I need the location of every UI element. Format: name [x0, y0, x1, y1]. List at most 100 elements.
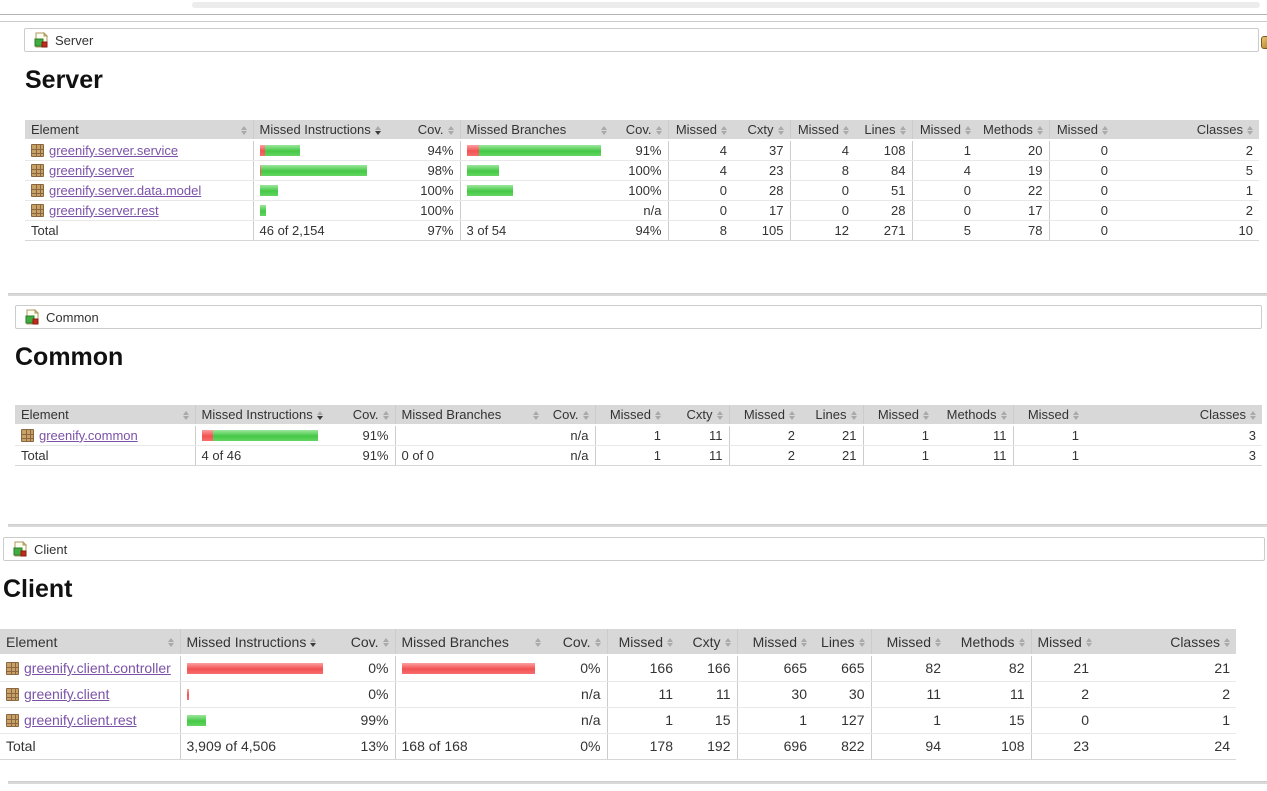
col-header-cov[interactable]: Cov. — [613, 120, 668, 140]
table-row: greenify.client 0% n/a 11 11 30 30 11 11… — [0, 681, 1236, 707]
package-link[interactable]: greenify.client — [24, 686, 109, 702]
cell: 0 — [668, 200, 733, 220]
session-icon[interactable] — [1261, 36, 1267, 49]
col-header-missed[interactable]: Missed — [729, 405, 801, 425]
sort-icon — [789, 411, 795, 420]
cell: 1 — [912, 140, 977, 160]
col-header-missed[interactable]: Missed — [1031, 629, 1095, 655]
col-header-missed-branches[interactable]: Missed Branches — [395, 629, 547, 655]
missed-branches-bar — [395, 707, 547, 733]
col-header-classes[interactable]: Classes — [1085, 405, 1262, 425]
col-header-missed[interactable]: Missed — [737, 629, 813, 655]
cell: 3 — [1085, 445, 1262, 465]
col-header-missed[interactable]: Missed — [595, 405, 667, 425]
sort-icon — [843, 126, 849, 135]
total-row: Total 4 of 46 91% 0 of 0 n/a 1 11 2 21 1… — [15, 445, 1262, 465]
col-header-cxty[interactable]: Cxty — [667, 405, 729, 425]
sort-icon — [1019, 638, 1025, 647]
sort-desc-icon — [310, 638, 316, 647]
col-header-missed[interactable]: Missed — [668, 120, 733, 140]
coverage-cell: 0% — [547, 655, 607, 681]
package-icon — [31, 144, 44, 157]
cell: 166 — [607, 655, 679, 681]
package-link[interactable]: greenify.common — [39, 428, 138, 443]
col-header-missed[interactable]: Missed — [871, 629, 947, 655]
breadcrumb[interactable]: Common — [15, 305, 1262, 329]
col-header-cov[interactable]: Cov. — [547, 629, 607, 655]
col-header-cov[interactable]: Cov. — [405, 120, 460, 140]
sort-desc-icon — [317, 411, 323, 420]
breadcrumb[interactable]: Server — [24, 28, 1259, 52]
bundle-icon — [33, 32, 49, 48]
package-icon — [31, 204, 44, 217]
cell: 11 — [947, 681, 1031, 707]
section-divider — [8, 524, 1267, 527]
bundle-icon — [12, 541, 28, 557]
package-icon — [21, 429, 34, 442]
col-header-element[interactable]: Element — [15, 405, 195, 425]
package-link[interactable]: greenify.server.rest — [49, 203, 159, 218]
col-header-missed-instructions[interactable]: Missed Instructions — [180, 629, 335, 655]
total-coverage: 13% — [335, 733, 395, 759]
col-header-cxty[interactable]: Cxty — [733, 120, 790, 140]
col-header-missed[interactable]: Missed — [863, 405, 935, 425]
package-link[interactable]: greenify.client.rest — [24, 712, 137, 728]
col-header-classes[interactable]: Classes — [1114, 120, 1259, 140]
cell: 0 — [1049, 180, 1114, 200]
col-header-methods[interactable]: Methods — [947, 629, 1031, 655]
section-divider — [8, 781, 1267, 784]
col-header-missed-branches[interactable]: Missed Branches — [395, 405, 545, 425]
sort-icon — [859, 638, 865, 647]
table-row: greenify.client.rest 99% n/a 1 15 1 127 … — [0, 707, 1236, 733]
sort-icon — [801, 638, 807, 647]
cell: 82 — [871, 655, 947, 681]
col-header-missed[interactable]: Missed — [1013, 405, 1085, 425]
total-row: Total 46 of 2,154 97% 3 of 54 94% 8 105 … — [25, 220, 1259, 240]
cell: 0 — [1049, 200, 1114, 220]
missed-branches-bar — [460, 140, 613, 160]
package-icon — [6, 688, 19, 701]
col-header-methods[interactable]: Methods — [977, 120, 1049, 140]
col-header-cov[interactable]: Cov. — [545, 405, 595, 425]
breadcrumb[interactable]: Client — [3, 537, 1265, 561]
package-link[interactable]: greenify.server.data.model — [49, 183, 201, 198]
sort-icon — [1037, 126, 1043, 135]
col-header-lines[interactable]: Lines — [801, 405, 863, 425]
cell: 192 — [679, 733, 737, 759]
package-link[interactable]: greenify.server — [49, 163, 134, 178]
col-header-missed[interactable]: Missed — [912, 120, 977, 140]
cell: 17 — [977, 200, 1049, 220]
cell: 11 — [935, 425, 1013, 445]
col-header-missed[interactable]: Missed — [607, 629, 679, 655]
missed-instructions-bar — [180, 655, 335, 681]
horizontal-scrollbar-thumb[interactable] — [192, 2, 1260, 8]
coverage-cell: n/a — [545, 425, 595, 445]
divider — [0, 21, 1267, 22]
col-header-cov[interactable]: Cov. — [345, 405, 395, 425]
col-header-cov[interactable]: Cov. — [335, 629, 395, 655]
cell: 8 — [668, 220, 733, 240]
package-link[interactable]: greenify.client.controller — [24, 660, 171, 676]
col-header-element[interactable]: Element — [25, 120, 253, 140]
sort-icon — [168, 638, 174, 647]
col-header-missed[interactable]: Missed — [790, 120, 855, 140]
col-header-methods[interactable]: Methods — [935, 405, 1013, 425]
sort-icon — [595, 638, 601, 647]
col-header-lines[interactable]: Lines — [855, 120, 912, 140]
col-header-missed-instructions[interactable]: Missed Instructions — [195, 405, 345, 425]
cell: 15 — [679, 707, 737, 733]
cell: 12 — [790, 220, 855, 240]
col-header-cxty[interactable]: Cxty — [679, 629, 737, 655]
col-header-classes[interactable]: Classes — [1095, 629, 1236, 655]
col-header-element[interactable]: Element — [0, 629, 180, 655]
col-header-lines[interactable]: Lines — [813, 629, 871, 655]
col-header-missed[interactable]: Missed — [1049, 120, 1114, 140]
sort-icon — [1250, 411, 1256, 420]
sort-icon — [923, 411, 929, 420]
cell: 105 — [733, 220, 790, 240]
cell: 21 — [1031, 655, 1095, 681]
cell: 51 — [855, 180, 912, 200]
package-link[interactable]: greenify.server.service — [49, 143, 178, 158]
col-header-missed-instructions[interactable]: Missed Instructions — [253, 120, 405, 140]
col-header-missed-branches[interactable]: Missed Branches — [460, 120, 613, 140]
